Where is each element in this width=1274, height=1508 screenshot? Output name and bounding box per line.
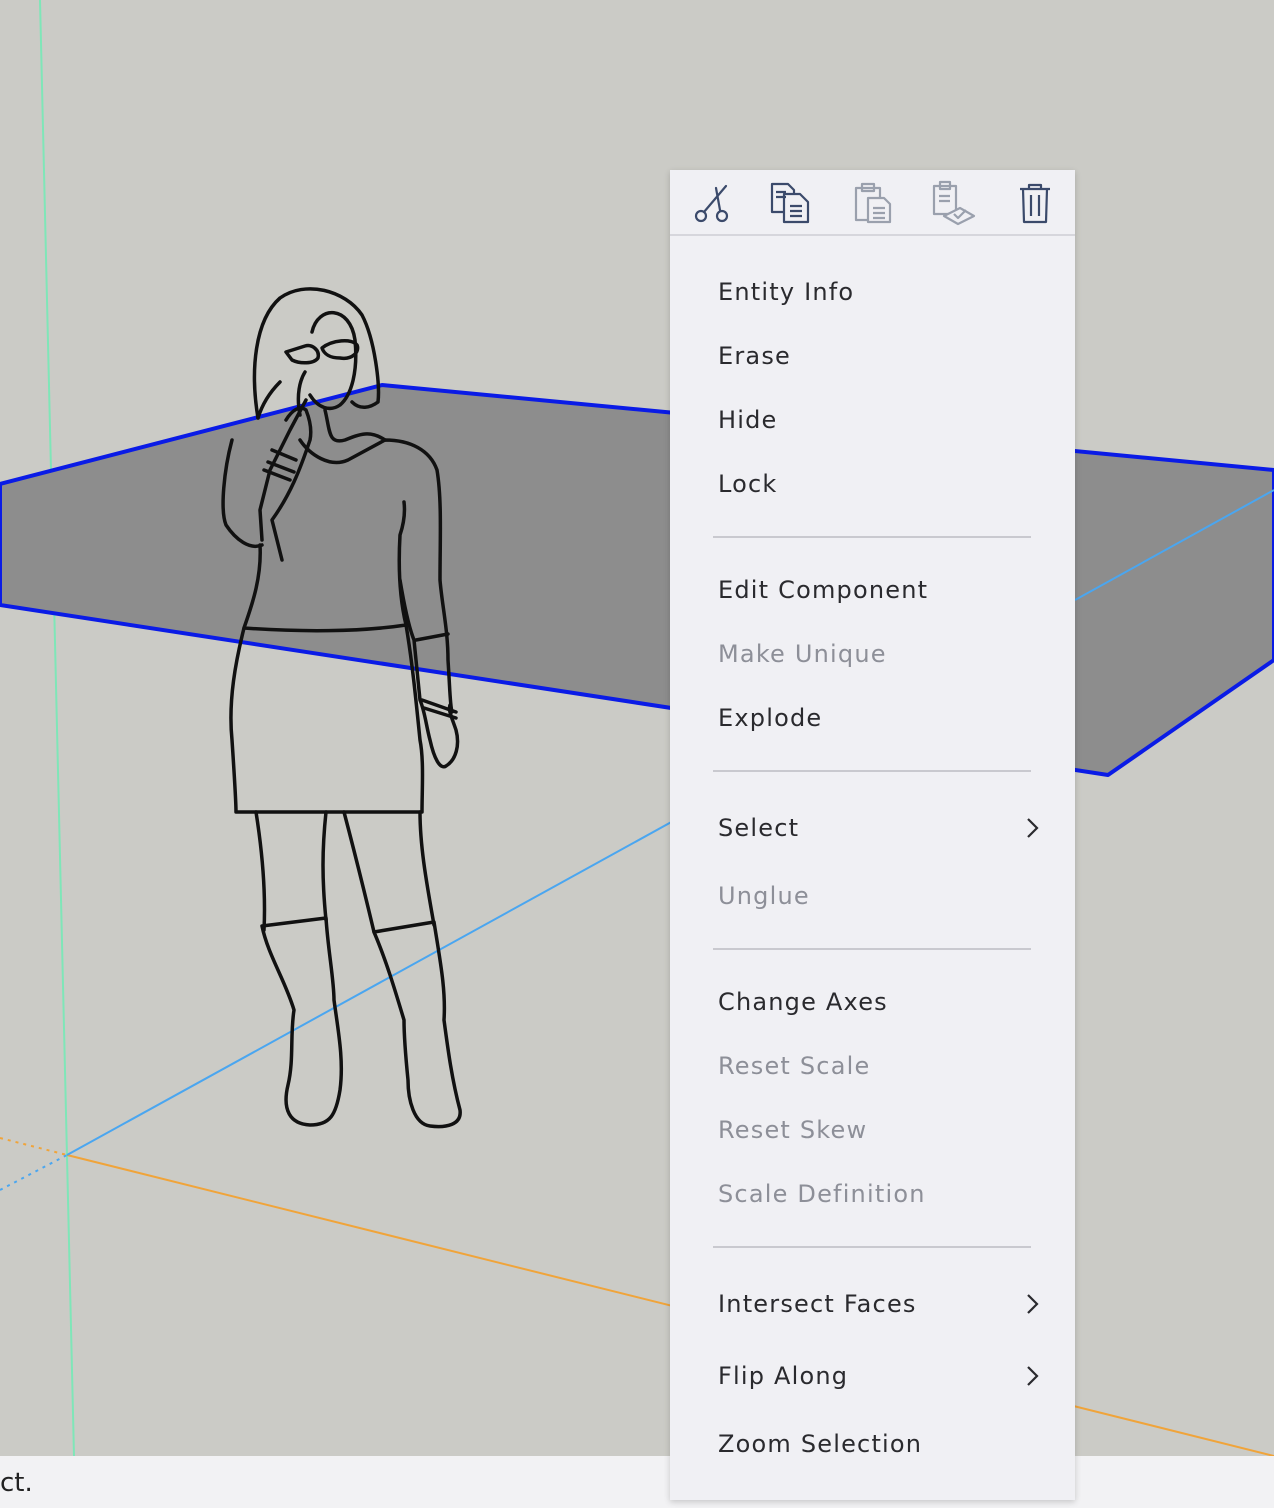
menu-item-label: Zoom Selection (718, 1430, 923, 1458)
menu-item-make-unique: Make Unique (670, 626, 1075, 682)
menu-item-flip-along[interactable]: Flip Along (670, 1348, 1075, 1404)
menu-item-label: Make Unique (718, 640, 887, 668)
menu-separator (713, 536, 1031, 538)
menu-item-label: Intersect Faces (718, 1290, 917, 1318)
menu-item-reset-scale: Reset Scale (670, 1038, 1075, 1094)
menu-item-edit-component[interactable]: Edit Component (670, 562, 1075, 618)
menu-separator (713, 1246, 1031, 1248)
menu-item-label: Flip Along (718, 1362, 849, 1390)
menu-item-reset-skew: Reset Skew (670, 1102, 1075, 1158)
menu-separator (713, 770, 1031, 772)
menu-item-label: Explode (718, 704, 823, 732)
menu-item-label: Change Axes (718, 988, 888, 1016)
menu-item-label: Lock (718, 470, 778, 498)
scissors-icon[interactable] (690, 180, 736, 226)
paste-icon (850, 180, 896, 226)
menu-item-select[interactable]: Select (670, 800, 1075, 856)
context-menu-toolbar (670, 170, 1075, 236)
red-axis-negative (0, 1137, 68, 1156)
menu-item-erase[interactable]: Erase (670, 328, 1075, 384)
menu-item-entity-info[interactable]: Entity Info (670, 264, 1075, 320)
menu-item-change-axes[interactable]: Change Axes (670, 974, 1075, 1030)
trash-icon[interactable] (1012, 180, 1058, 226)
menu-item-label: Entity Info (718, 278, 855, 306)
menu-item-explode[interactable]: Explode (670, 690, 1075, 746)
blue-axis-negative (0, 1154, 68, 1191)
chevron-right-icon (1027, 1366, 1039, 1386)
scene-canvas[interactable] (0, 0, 1274, 1457)
modeling-viewport[interactable] (0, 0, 1274, 1457)
menu-item-hide[interactable]: Hide (670, 392, 1075, 448)
menu-item-label: Hide (718, 406, 778, 434)
menu-item-lock[interactable]: Lock (670, 456, 1075, 512)
paste-in-place-icon (930, 180, 976, 226)
menu-separator (713, 948, 1031, 950)
green-axis (39, 0, 75, 1457)
menu-item-label: Reset Skew (718, 1116, 868, 1144)
menu-item-scale-definition: Scale Definition (670, 1166, 1075, 1222)
menu-item-label: Scale Definition (718, 1180, 926, 1208)
chevron-right-icon (1027, 1294, 1039, 1314)
menu-item-unglue: Unglue (670, 868, 1075, 924)
menu-item-zoom-selection[interactable]: Zoom Selection (670, 1416, 1075, 1472)
status-bar: ct. (0, 1456, 1274, 1508)
copy-icon[interactable] (768, 180, 814, 226)
selected-face (0, 383, 1274, 777)
status-text: ct. (0, 1468, 33, 1498)
menu-item-intersect-faces[interactable]: Intersect Faces (670, 1276, 1075, 1332)
menu-item-label: Reset Scale (718, 1052, 871, 1080)
menu-item-label: Select (718, 814, 800, 842)
chevron-right-icon (1027, 818, 1039, 838)
menu-item-label: Unglue (718, 882, 810, 910)
menu-item-label: Edit Component (718, 576, 929, 604)
context-menu: Entity Info Erase Hide Lock Edit Compone… (670, 170, 1075, 1500)
menu-item-label: Erase (718, 342, 792, 370)
